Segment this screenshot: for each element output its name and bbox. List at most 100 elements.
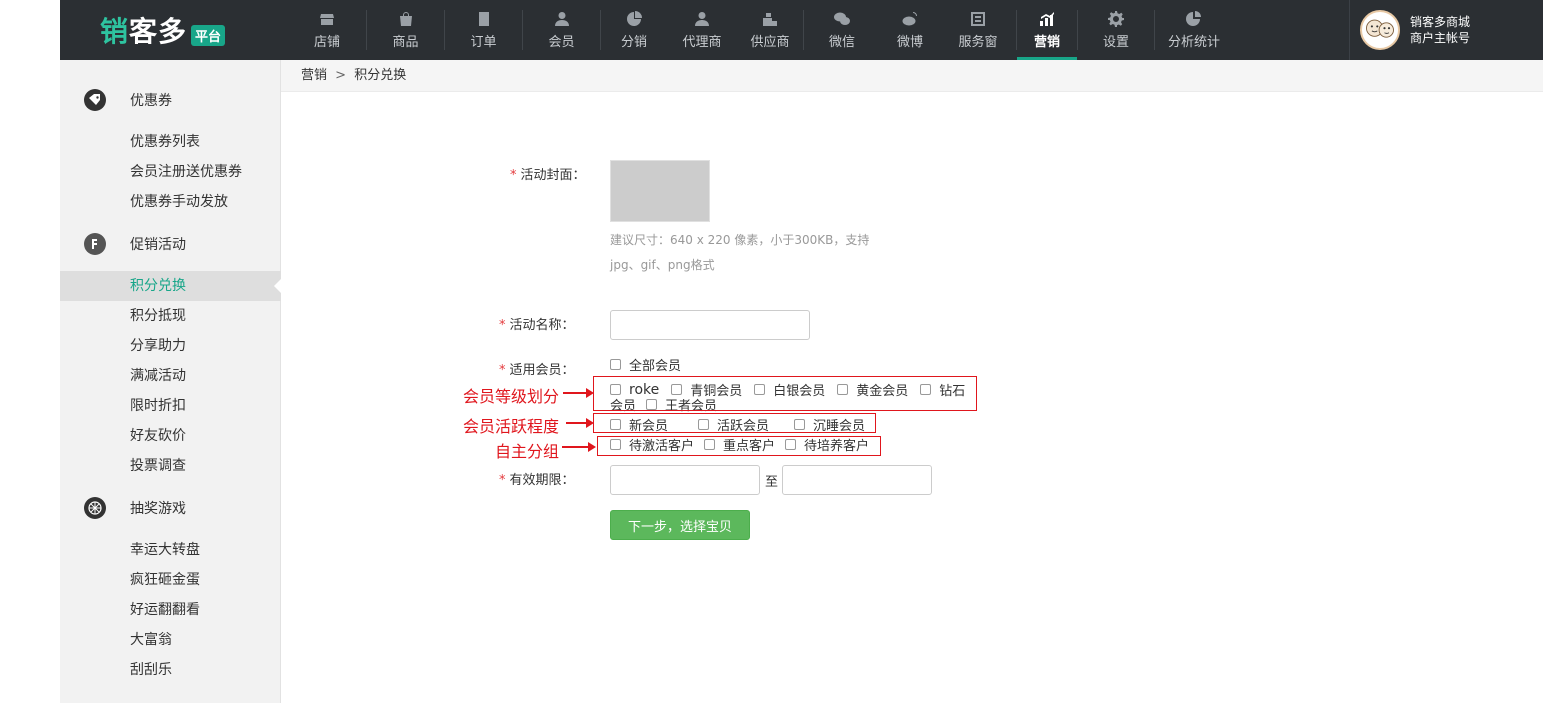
weibo-icon <box>902 11 918 27</box>
nav-item-settings[interactable]: 设置 <box>1078 0 1154 60</box>
member-level-highlight <box>593 376 977 411</box>
nav-item-marketing[interactable]: 营销 <box>1017 0 1077 60</box>
sidebar-item-vote-survey[interactable]: 投票调查 <box>60 451 281 481</box>
user-store-name: 销客多商城 <box>1410 15 1471 29</box>
member-activity-highlight <box>593 413 876 433</box>
nav-item-wechat[interactable]: 微信 <box>804 0 880 60</box>
nav-item-distribution[interactable]: 分销 <box>601 0 667 60</box>
sidebar-item-points-exchange[interactable]: 积分兑换 <box>60 271 282 301</box>
breadcrumb-parent[interactable]: 营销 <box>301 68 327 83</box>
agent-icon <box>694 11 710 27</box>
sidebar-group-promotion[interactable]: 促销活动 <box>60 226 281 262</box>
required-mark: * <box>499 473 506 488</box>
sidebar-item-points-cash[interactable]: 积分抵现 <box>60 301 281 331</box>
coupon-icon <box>84 89 106 111</box>
nav-label: 代理商 <box>682 34 722 50</box>
validity-start-input[interactable] <box>610 465 760 495</box>
nav-label: 微信 <box>828 34 855 50</box>
sidebar-item-lucky-wheel[interactable]: 幸运大转盘 <box>60 535 281 565</box>
nav-item-goods[interactable]: 商品 <box>367 0 444 60</box>
all-members-checkbox[interactable] <box>610 359 621 370</box>
nav-label: 商品 <box>392 34 419 50</box>
top-bar-inner: 销客多 平台 店铺 商品 订单 会员 分销 代理商 供应商 微信 微博 服务窗 … <box>60 0 1543 60</box>
members-label: * 适用会员： <box>499 359 575 378</box>
name-label-text: 活动名称： <box>509 318 575 333</box>
annotation-arrow-level <box>563 388 594 398</box>
validity-end-input[interactable] <box>782 465 932 495</box>
cover-label-text: 活动封面： <box>520 168 586 183</box>
sidebar-item-golden-egg[interactable]: 疯狂砸金蛋 <box>60 565 281 595</box>
sidebar-group-label: 优惠券 <box>130 93 172 109</box>
nav-item-analytics[interactable]: 分析统计 <box>1155 0 1233 60</box>
cover-hint-formats: jpg、gif、png格式 <box>610 258 715 272</box>
nav-item-supplier[interactable]: 供应商 <box>737 0 803 60</box>
sidebar-group-label: 抽奖游戏 <box>130 501 186 517</box>
sidebar-group-coupon[interactable]: 优惠券 <box>60 82 281 118</box>
bag-icon <box>398 11 414 27</box>
required-mark: * <box>510 168 517 183</box>
required-mark: * <box>499 318 506 333</box>
validity-label-text: 有效期限： <box>509 473 575 488</box>
sidebar-item-manual-coupon[interactable]: 优惠券手动发放 <box>60 187 281 217</box>
sidebar-group-label: 促销活动 <box>130 237 186 253</box>
nav-item-store[interactable]: 店铺 <box>288 0 366 60</box>
annotation-member-activity: 会员活跃程度 <box>463 417 560 436</box>
nav-item-service-window[interactable]: 服务窗 <box>940 0 1016 60</box>
user-info: 销客多商城 商户主帐号 <box>1410 14 1470 46</box>
cover-image-upload[interactable] <box>610 160 710 222</box>
sidebar: 优惠券 优惠券列表 会员注册送优惠券 优惠券手动发放 促销活动 积分兑换 积分抵… <box>60 60 282 703</box>
nav-label: 营销 <box>1033 34 1060 50</box>
all-members-label: 全部会员 <box>629 359 682 374</box>
all-members-option[interactable]: 全部会员 <box>610 355 681 374</box>
sidebar-item-register-coupon[interactable]: 会员注册送优惠券 <box>60 157 281 187</box>
nav-label: 服务窗 <box>958 34 998 50</box>
promotion-icon <box>84 233 106 255</box>
logo[interactable]: 销客多 平台 <box>60 0 288 60</box>
nav-label: 分析统计 <box>1167 34 1220 50</box>
name-label: * 活动名称： <box>499 314 575 333</box>
nav-label: 供应商 <box>750 34 790 50</box>
supplier-icon <box>762 11 778 27</box>
annotation-arrow-activity <box>566 418 594 428</box>
members-label-text: 适用会员： <box>509 363 575 378</box>
service-window-icon <box>970 11 986 27</box>
breadcrumb-separator: > <box>335 68 347 83</box>
activity-name-input[interactable] <box>610 310 810 340</box>
main-nav: 店铺 商品 订单 会员 分销 代理商 供应商 微信 微博 服务窗 营销 设置 分… <box>288 0 1233 60</box>
nav-item-orders[interactable]: 订单 <box>445 0 522 60</box>
avatar-cartoon-icon <box>1366 19 1394 38</box>
member-icon <box>554 11 570 27</box>
sidebar-item-flip-card[interactable]: 好运翻翻看 <box>60 595 281 625</box>
user-account-type: 商户主帐号 <box>1410 31 1471 45</box>
order-icon <box>476 11 492 27</box>
cover-hint: 建议尺寸：640 x 220 像素，小于300KB，支持 <box>610 233 870 247</box>
annotation-member-level: 会员等级划分 <box>463 387 560 406</box>
validity-to-label: 至 <box>765 475 779 490</box>
nav-label: 店铺 <box>313 34 340 50</box>
sidebar-group-lottery[interactable]: 抽奖游戏 <box>60 490 281 526</box>
sidebar-item-scratch-card[interactable]: 刮刮乐 <box>60 655 281 685</box>
next-step-button[interactable]: 下一步，选择宝贝 <box>610 510 750 540</box>
sidebar-item-full-reduction[interactable]: 满减活动 <box>60 361 281 391</box>
sidebar-item-coupon-list[interactable]: 优惠券列表 <box>60 127 281 157</box>
avatar[interactable] <box>1360 10 1400 50</box>
sidebar-item-friend-bargain[interactable]: 好友砍价 <box>60 421 281 451</box>
wechat-icon <box>834 11 850 27</box>
sidebar-item-monopoly[interactable]: 大富翁 <box>60 625 281 655</box>
user-account[interactable]: 销客多商城 商户主帐号 <box>1349 0 1543 60</box>
analytics-icon <box>1186 10 1202 27</box>
lottery-icon <box>84 497 106 519</box>
sidebar-item-limited-discount[interactable]: 限时折扣 <box>60 391 281 421</box>
nav-label: 订单 <box>470 34 497 50</box>
sidebar-item-share-boost[interactable]: 分享助力 <box>60 331 281 361</box>
nav-item-members[interactable]: 会员 <box>523 0 600 60</box>
annotation-member-group: 自主分组 <box>495 442 560 461</box>
breadcrumb-current: 积分兑换 <box>354 68 407 83</box>
nav-label: 设置 <box>1102 34 1129 50</box>
annotation-arrow-group <box>562 442 596 452</box>
member-group-highlight <box>597 436 881 456</box>
nav-item-agent[interactable]: 代理商 <box>667 0 737 60</box>
nav-item-weibo[interactable]: 微博 <box>880 0 940 60</box>
gear-icon <box>1108 10 1124 27</box>
required-mark: * <box>499 363 506 378</box>
